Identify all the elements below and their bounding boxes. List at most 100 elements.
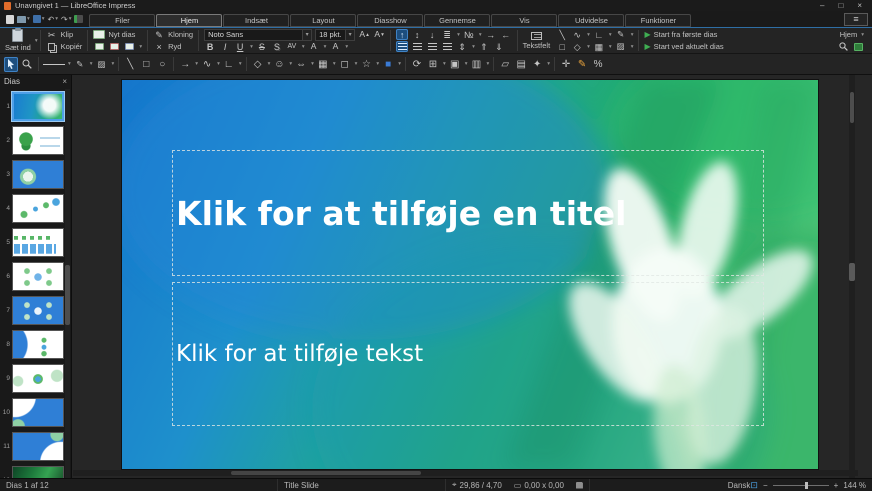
- italic-button[interactable]: I: [219, 41, 231, 52]
- arrow-tool-button[interactable]: →: [178, 57, 192, 72]
- rectangle-tool-button[interactable]: □: [139, 57, 153, 72]
- slide-thumbnail-8[interactable]: 8: [0, 327, 72, 361]
- underline-button[interactable]: U: [234, 41, 246, 52]
- slide-thumbnail-2[interactable]: 2: [0, 123, 72, 157]
- connector-tool-button[interactable]: ∟: [222, 57, 236, 72]
- slide-thumbnail-7[interactable]: 7: [0, 293, 72, 327]
- zoom-slider[interactable]: [773, 485, 829, 486]
- fill-color-button2[interactable]: ▨: [95, 57, 109, 72]
- bullets-button[interactable]: ≣: [441, 29, 453, 40]
- align-center-button[interactable]: [411, 41, 423, 52]
- panel-close-icon[interactable]: ×: [62, 77, 67, 86]
- indent-less-button[interactable]: ←: [500, 29, 512, 40]
- underline-dropdown[interactable]: ▾: [250, 44, 253, 50]
- fit-slide-icon[interactable]: ⊡: [750, 480, 758, 491]
- spacing-decrease-button[interactable]: ⇓: [493, 41, 505, 52]
- character-spacing-button[interactable]: AV: [286, 41, 298, 52]
- paste-dropdown[interactable]: ▾: [35, 38, 38, 44]
- arrow-shapes-button[interactable]: ⇔: [294, 57, 308, 72]
- tab-gennemse[interactable]: Gennemse: [424, 14, 490, 27]
- flowchart-shapes-button[interactable]: ▦: [316, 57, 330, 72]
- panel-scrollbar[interactable]: [65, 89, 70, 478]
- align-right-button[interactable]: [426, 41, 438, 52]
- context-menu-button[interactable]: Hjem ▾: [840, 29, 864, 40]
- insert-line-button[interactable]: ╲: [556, 29, 568, 40]
- tab-diasshow[interactable]: Diasshow: [357, 14, 423, 27]
- menubar-toggle-button[interactable]: ≡: [844, 13, 868, 26]
- open-button[interactable]: ▾: [17, 16, 30, 23]
- valign-top-button[interactable]: ↑: [396, 29, 408, 40]
- align-objects-button[interactable]: ⊞: [426, 57, 440, 72]
- presentation-button[interactable]: [852, 41, 864, 52]
- save-button[interactable]: ▾: [33, 15, 45, 23]
- bold-button[interactable]: B: [204, 41, 216, 52]
- insert-connector-button[interactable]: ∟: [593, 29, 605, 40]
- slide-thumbnail-11[interactable]: 11: [0, 429, 72, 463]
- line-spacing-button[interactable]: ⇕: [456, 41, 468, 52]
- language-status[interactable]: Dansk: [728, 481, 751, 490]
- new-document-button[interactable]: [6, 15, 14, 24]
- slide-layout-button[interactable]: [123, 41, 135, 52]
- slide-layout-dropdown[interactable]: ▾: [139, 44, 142, 50]
- callout-shapes-button[interactable]: ◻: [338, 57, 352, 72]
- 3d-objects-button[interactable]: ■: [381, 57, 395, 72]
- fontwork-button[interactable]: %: [591, 57, 605, 72]
- font-name-dropdown[interactable]: ▾: [302, 30, 311, 40]
- tab-layout[interactable]: Layout: [290, 14, 356, 27]
- ellipse-tool-button[interactable]: ○: [155, 57, 169, 72]
- font-color-button[interactable]: A: [329, 41, 341, 52]
- insert-table-button[interactable]: ▦: [593, 41, 605, 52]
- grow-font-button[interactable]: A▴: [358, 29, 370, 40]
- clear-formatting-button[interactable]: × Ryd: [153, 41, 193, 52]
- horizontal-scrollbar[interactable]: [73, 470, 858, 476]
- tab-vis[interactable]: Vis: [491, 14, 557, 27]
- vertical-scrollbar[interactable]: [849, 75, 855, 478]
- font-size-combobox[interactable]: 18 pkt. ▾: [315, 29, 355, 41]
- line-tool-button[interactable]: ╲: [123, 57, 137, 72]
- tab-udvidelse[interactable]: Udvidelse: [558, 14, 624, 27]
- body-placeholder[interactable]: Klik for at tilføje tekst: [172, 282, 764, 426]
- symbol-shapes-button[interactable]: ☺: [272, 57, 286, 72]
- tab-filer[interactable]: Filer: [89, 14, 155, 27]
- font-color-dropdown[interactable]: ▾: [345, 44, 348, 50]
- edit-points-button[interactable]: ✛: [559, 57, 573, 72]
- bullets-dropdown[interactable]: ▾: [457, 32, 460, 38]
- find-replace-button[interactable]: [837, 41, 849, 52]
- start-first-slide-button[interactable]: ▶ Start fra første dias: [644, 29, 723, 40]
- strikethrough-button[interactable]: S: [256, 41, 268, 52]
- copy-button[interactable]: Kopiér: [46, 41, 83, 52]
- align-left-button[interactable]: [396, 41, 408, 52]
- insert-rectangle-button[interactable]: □: [556, 41, 568, 52]
- close-button[interactable]: ×: [857, 2, 862, 10]
- insert-curve-button[interactable]: ∿: [571, 29, 583, 40]
- spacing-increase-button[interactable]: ⇑: [478, 41, 490, 52]
- basic-shapes-tool-button[interactable]: ◇: [251, 57, 265, 72]
- tab-funktioner[interactable]: Funktioner: [625, 14, 691, 27]
- numbering-dropdown[interactable]: ▾: [479, 32, 482, 38]
- duplicate-slide-button[interactable]: [93, 41, 105, 52]
- delete-slide-button[interactable]: [108, 41, 120, 52]
- shadow-toggle-button[interactable]: ▱: [498, 57, 512, 72]
- basic-shapes-button[interactable]: ◇: [571, 41, 583, 52]
- slide-thumbnail-10[interactable]: 10: [0, 395, 72, 429]
- indent-more-button[interactable]: →: [485, 29, 497, 40]
- slide-thumbnail-9[interactable]: 9: [0, 361, 72, 395]
- start-current-slide-button[interactable]: ▶ Start ved aktuelt dias: [644, 41, 723, 52]
- star-shapes-button[interactable]: ☆: [359, 57, 373, 72]
- line-color-button2[interactable]: ✎: [73, 57, 87, 72]
- valign-bottom-button[interactable]: ↓: [426, 29, 438, 40]
- cut-button[interactable]: ✂ Klip: [46, 29, 83, 40]
- zoom-tool-button[interactable]: [20, 57, 34, 72]
- line-spacing-dropdown[interactable]: ▾: [472, 44, 475, 50]
- line-style-button[interactable]: [43, 57, 65, 72]
- insert-image-button[interactable]: ▤: [514, 57, 528, 72]
- font-name-combobox[interactable]: Noto Sans ▾: [204, 29, 312, 41]
- slide-thumbnail-3[interactable]: 3: [0, 157, 72, 191]
- insert-textbox-button[interactable]: Tekstfelt: [520, 28, 554, 53]
- paste-button[interactable]: Sæt ind: [2, 28, 34, 53]
- distribute-button[interactable]: ▥: [469, 57, 483, 72]
- slide-thumbnail-5[interactable]: 5: [0, 225, 72, 259]
- numbering-button[interactable]: №: [463, 29, 475, 40]
- fill-color-button[interactable]: ▨: [615, 41, 627, 52]
- tab-indsaet[interactable]: Indsæt: [223, 14, 289, 27]
